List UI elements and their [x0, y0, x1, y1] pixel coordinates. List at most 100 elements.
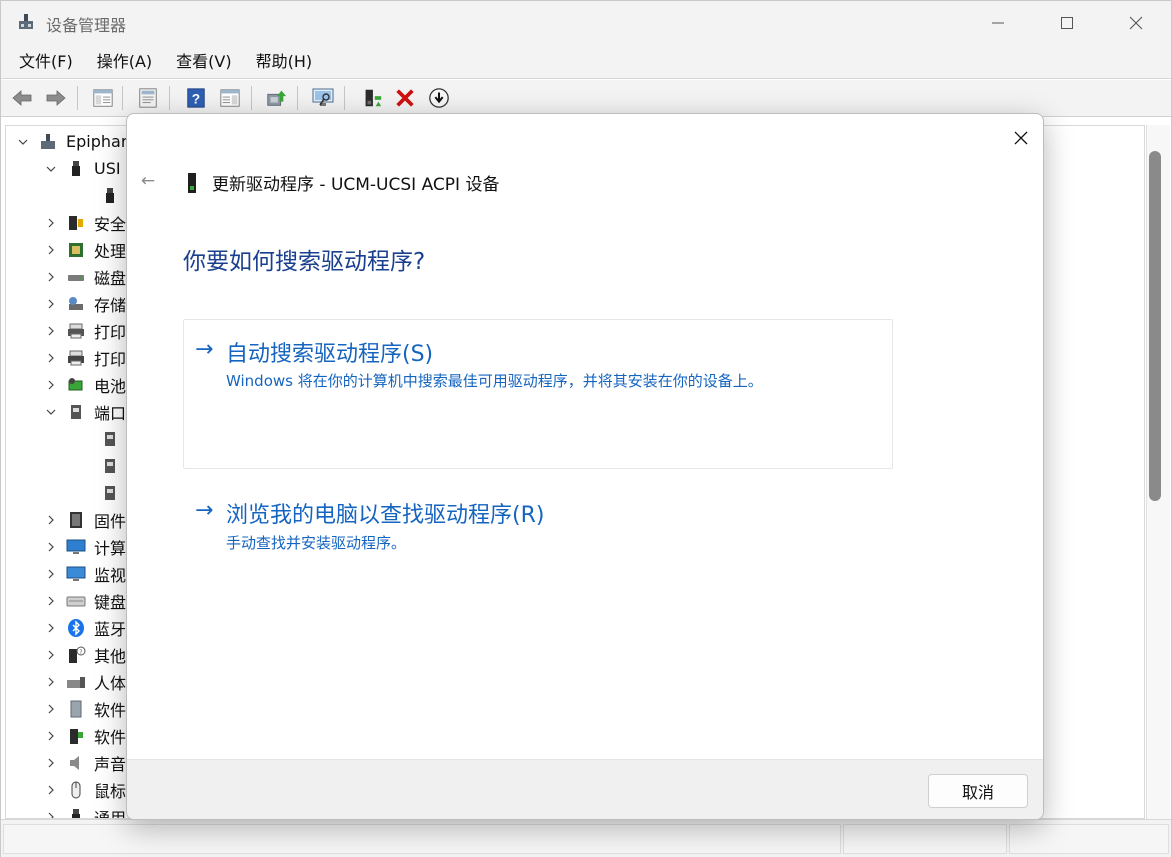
tree-category-label: 鼠标 — [94, 781, 127, 801]
security-device-icon — [66, 213, 86, 233]
usb-connector-icon — [100, 186, 120, 206]
chevron-right-icon[interactable] — [44, 216, 58, 230]
browse-computer-title[interactable]: 浏览我的电脑以查找驱动程序(R) — [226, 497, 544, 529]
menu-file[interactable]: 文件(F) — [1, 45, 85, 78]
tree-category-label: 固件 — [94, 511, 127, 531]
tree-category-label: 电池 — [94, 376, 127, 396]
tree-category-item[interactable]: 固件 — [44, 506, 126, 533]
monitor-icon — [66, 564, 86, 584]
action-pane-icon — [220, 89, 240, 107]
chevron-right-icon[interactable] — [44, 594, 58, 608]
tree-category-label: 声音 — [94, 754, 127, 774]
chevron-right-icon[interactable] — [44, 324, 58, 338]
chevron-right-icon[interactable] — [44, 243, 58, 257]
scan-hardware-button[interactable] — [310, 85, 336, 111]
search-automatically-description: Windows 将在你的计算机中搜索最佳可用驱动程序，并将其安装在你的设备上。 — [226, 372, 763, 390]
tree-port-child[interactable] — [100, 479, 128, 506]
tree-usb-child[interactable] — [100, 182, 128, 209]
tree-category-item[interactable]: 端口 — [44, 398, 126, 425]
chevron-right-icon[interactable] — [44, 297, 58, 311]
uninstall-device-icon — [396, 89, 414, 107]
tree-usb-group-label: USI — [94, 159, 121, 178]
tree-category-item[interactable]: 存储 — [44, 290, 126, 317]
close-button[interactable] — [1101, 1, 1171, 45]
bluetooth-icon — [66, 618, 86, 638]
tree-category-item[interactable]: 计算 — [44, 533, 126, 560]
uninstall-device-button[interactable] — [392, 85, 418, 111]
arrow-right-icon: → — [195, 337, 214, 362]
tree-category-item[interactable]: 打印 — [44, 317, 126, 344]
tree-category-label: 软件 — [94, 727, 127, 747]
show-hide-tree-button[interactable] — [90, 85, 116, 111]
chevron-right-icon[interactable] — [44, 783, 58, 797]
chevron-right-icon[interactable] — [44, 540, 58, 554]
window-title: 设备管理器 — [46, 16, 127, 35]
tree-category-label: 监视 — [94, 565, 127, 585]
tree-category-item[interactable]: 磁盘 — [44, 263, 126, 290]
tree-root[interactable]: Epiphar — [16, 128, 127, 155]
help-icon: ? — [187, 88, 205, 108]
disable-device-button[interactable] — [426, 85, 452, 111]
dialog-close-button[interactable] — [1007, 124, 1035, 152]
back-arrow-icon[interactable]: ← — [137, 170, 159, 192]
tree-category-label: 计算 — [94, 538, 127, 558]
chevron-right-icon[interactable] — [44, 378, 58, 392]
chevron-right-icon[interactable] — [44, 351, 58, 365]
back-button[interactable] — [9, 85, 35, 111]
processor-icon — [66, 240, 86, 260]
chevron-right-icon[interactable] — [44, 567, 58, 581]
minimize-button[interactable] — [963, 1, 1033, 45]
tree-category-item[interactable]: 处理 — [44, 236, 126, 263]
tree-category-label: 磁盘 — [94, 268, 127, 288]
tree-category-item[interactable]: 安全 — [44, 209, 126, 236]
chevron-down-icon[interactable] — [16, 135, 30, 149]
enable-device-icon — [365, 89, 382, 107]
cancel-button[interactable]: 取消 — [928, 774, 1028, 808]
chevron-right-icon[interactable] — [44, 675, 58, 689]
update-driver-dialog: ← 更新驱动程序 - UCM-UCSI ACPI 设备 你要如何搜索驱动程序? … — [126, 113, 1044, 820]
search-automatically-title[interactable]: 自动搜索驱动程序(S) — [226, 336, 433, 368]
action-pane-button[interactable] — [217, 85, 243, 111]
usb-connector-icon — [66, 159, 86, 179]
dialog-footer: 取消 — [127, 759, 1043, 819]
tree-category-item[interactable]: 软件 — [44, 722, 126, 749]
enable-device-button[interactable] — [359, 85, 385, 111]
tree-category-label: 打印 — [94, 349, 127, 369]
tree-category-item[interactable]: 打印 — [44, 344, 126, 371]
maximize-icon — [1061, 17, 1073, 29]
chevron-right-icon[interactable] — [44, 270, 58, 284]
tree-category-item[interactable]: ? 其他 — [44, 641, 126, 668]
help-button[interactable]: ? — [183, 85, 209, 111]
chevron-right-icon[interactable] — [44, 729, 58, 743]
menu-help[interactable]: 帮助(H) — [244, 45, 325, 78]
properties-button[interactable] — [135, 85, 161, 111]
tree-port-child[interactable] — [100, 425, 128, 452]
tree-category-item[interactable]: 蓝牙 — [44, 614, 126, 641]
maximize-button[interactable] — [1032, 1, 1102, 45]
chevron-right-icon[interactable] — [44, 513, 58, 527]
scrollbar-thumb[interactable] — [1149, 151, 1161, 501]
chevron-right-icon[interactable] — [44, 756, 58, 770]
tree-category-item[interactable]: 软件 — [44, 695, 126, 722]
tree-category-item[interactable]: 鼠标 — [44, 776, 126, 803]
chevron-right-icon[interactable] — [44, 702, 58, 716]
menu-action[interactable]: 操作(A) — [85, 45, 164, 78]
chevron-down-icon[interactable] — [44, 162, 58, 176]
forward-button[interactable] — [43, 85, 69, 111]
tree-category-item[interactable]: 电池 — [44, 371, 126, 398]
tree-category-item[interactable]: 监视 — [44, 560, 126, 587]
tree-category-item[interactable]: 键盘 — [44, 587, 126, 614]
update-driver-button[interactable] — [263, 85, 289, 111]
tree-usb-group[interactable]: USI — [44, 155, 121, 182]
disk-drive-icon — [66, 267, 86, 287]
chevron-right-icon[interactable] — [44, 648, 58, 662]
chevron-right-icon[interactable] — [44, 810, 58, 818]
chevron-right-icon[interactable] — [44, 621, 58, 635]
menu-view[interactable]: 查看(V) — [164, 45, 243, 78]
tree-category-item[interactable]: 声音 — [44, 749, 126, 776]
tree-port-child[interactable] — [100, 452, 128, 479]
tree-category-item[interactable]: 人体 — [44, 668, 126, 695]
title-bar[interactable]: 设备管理器 — [1, 1, 1171, 45]
tree-category-item[interactable]: 通用 — [44, 803, 126, 818]
chevron-down-icon[interactable] — [44, 405, 58, 419]
